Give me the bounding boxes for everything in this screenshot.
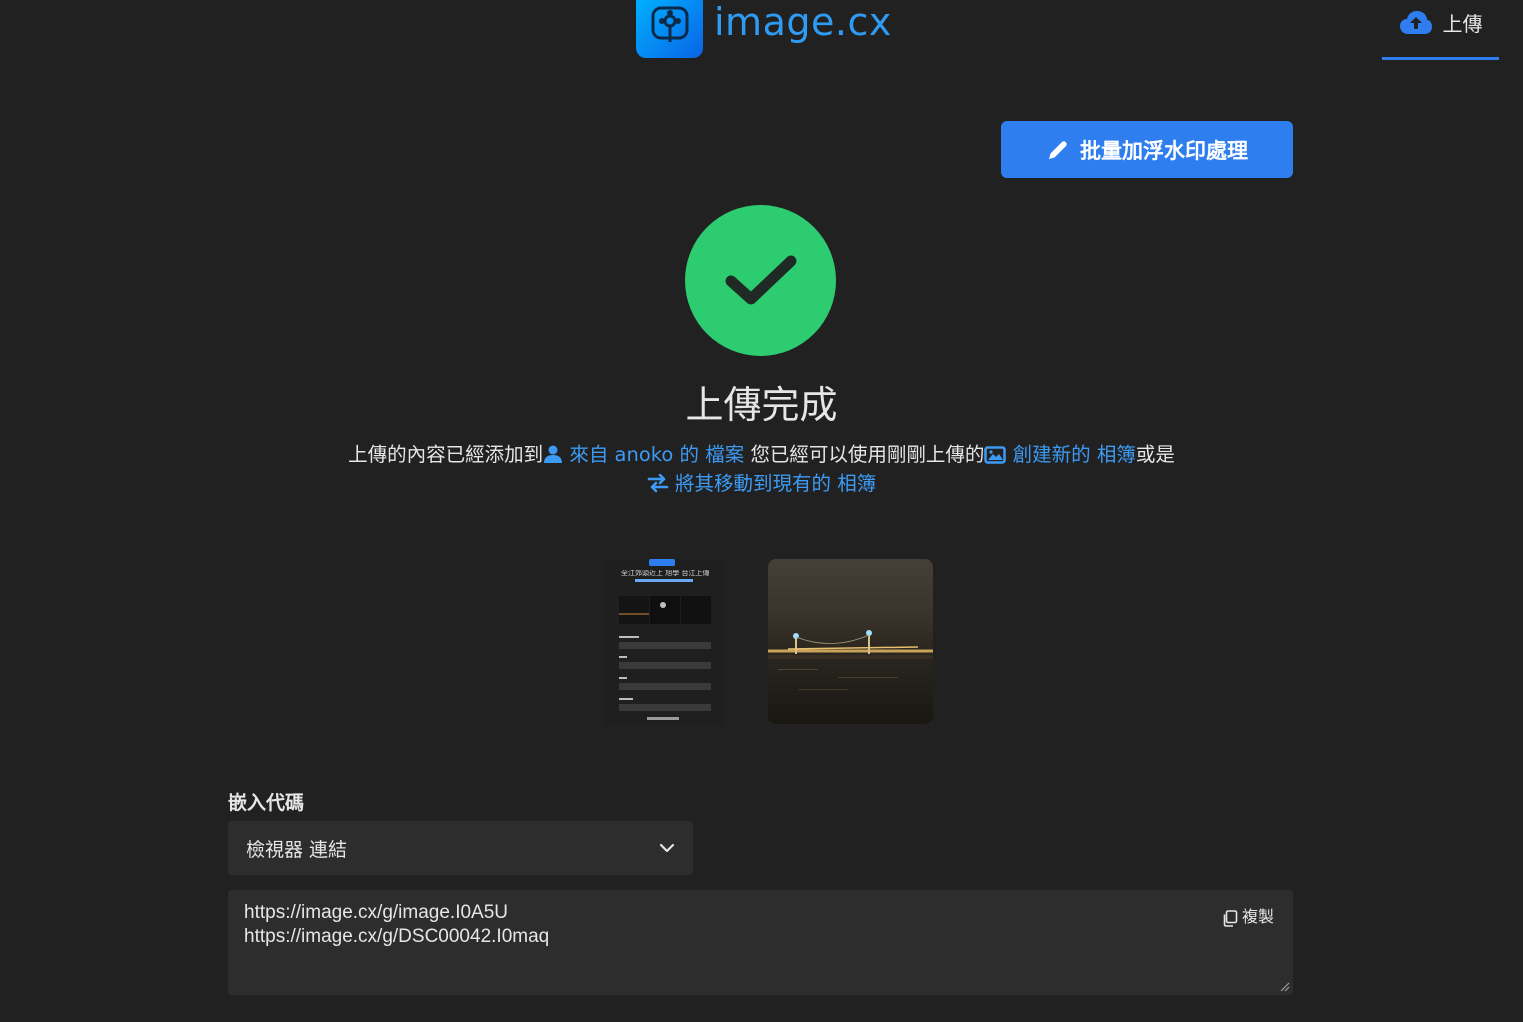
success-check-icon (685, 205, 836, 356)
copy-label: 複製 (1241, 909, 1274, 926)
nav-upload-tab[interactable]: 上傳 (1382, 0, 1499, 60)
arrows-exchange-icon (647, 473, 669, 493)
msg-or: 或是 (1135, 443, 1175, 466)
msg-prefix: 上傳的內容已經添加到 (348, 443, 544, 466)
image-icon (984, 446, 1007, 464)
copy-icon (1223, 909, 1238, 927)
embed-code-line: https://image.cx/g/DSC00042.I0maq (244, 926, 550, 947)
copy-button[interactable]: 複製 (1222, 906, 1274, 930)
batch-watermark-label: 批量加浮水印處理 (1080, 139, 1248, 163)
logo-text: image.cx (714, 0, 892, 44)
embed-type-selected: 檢視器 連結 (246, 838, 348, 861)
site-logo[interactable]: image.cx (636, 0, 892, 58)
move-album-link[interactable]: 將其移動到現有的 相簿 (647, 472, 876, 495)
logo-badge-icon (636, 0, 703, 58)
profile-link[interactable]: 來自 anoko 的 檔案 (543, 443, 744, 466)
upload-complete-title: 上傳完成 (685, 383, 838, 427)
embed-code-label: 嵌入代碼 (228, 792, 305, 814)
cloud-upload-icon (1399, 10, 1432, 34)
embed-code-textarea[interactable]: https://image.cx/g/image.I0A5U https://i… (228, 890, 1293, 995)
uploaded-photo-thumbnail[interactable] (768, 559, 933, 724)
create-album-label: 創建新的 相簿 (1012, 443, 1136, 466)
page: image.cx 上傳 批量加浮水印處理 上傳完成 上傳的內容已經添加到 來自 … (0, 0, 1523, 1022)
thumbnail-title-line: 全江郊頭近上 旭學 台江上傳 (621, 570, 709, 577)
move-album-label: 將其移動到現有的 相簿 (675, 472, 877, 495)
profile-link-label: 來自 anoko 的 檔案 (569, 443, 745, 466)
batch-watermark-button[interactable]: 批量加浮水印處理 (1001, 121, 1293, 178)
create-album-link[interactable]: 創建新的 相簿 (984, 443, 1136, 466)
nav-upload-label: 上傳 (1442, 12, 1483, 36)
msg-middle: 您已經可以使用剛剛上傳的 (744, 443, 985, 466)
embed-type-select[interactable]: 檢視器 連結 (228, 821, 693, 875)
uploaded-image-thumbnail[interactable]: 全江郊頭近上 旭學 台江上傳 (603, 559, 723, 725)
embed-code-line: https://image.cx/g/image.I0A5U (244, 902, 509, 923)
resize-handle-icon[interactable] (1280, 982, 1290, 992)
chevron-down-icon (659, 843, 675, 853)
user-icon (544, 445, 563, 463)
pencil-icon (1049, 140, 1067, 159)
upload-complete-message: 上傳的內容已經添加到 來自 anoko 的 檔案 您已經可以使用剛剛上傳的 創建… (200, 440, 1323, 498)
